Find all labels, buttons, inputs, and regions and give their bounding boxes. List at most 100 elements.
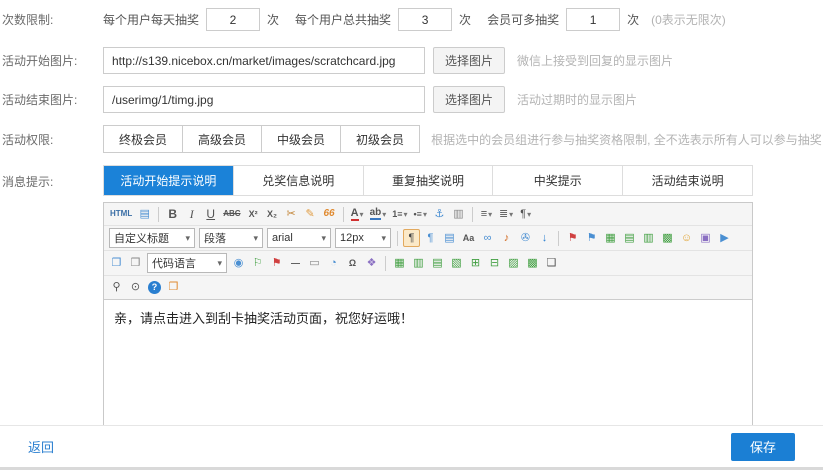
heading-style-dropdown[interactable]: 自定义标题: [109, 228, 195, 248]
italic-icon[interactable]: I: [183, 205, 200, 223]
ruler-icon[interactable]: ▭: [306, 254, 323, 272]
member-level-middle-button[interactable]: 中级会员: [261, 125, 341, 153]
subscript-icon[interactable]: X₂: [264, 205, 281, 223]
start-image-url-input[interactable]: [103, 47, 425, 74]
toolbar-button-glyph: U: [206, 208, 215, 220]
tab-activity-end[interactable]: 活动结束说明: [623, 166, 752, 195]
table-props-icon[interactable]: ▤: [621, 229, 638, 247]
save-button[interactable]: 保存: [731, 433, 795, 461]
paragraph-direction-ltr-icon[interactable]: ¶: [403, 229, 420, 247]
strikethrough-icon[interactable]: ABC: [221, 205, 242, 223]
unordered-list-dropdown[interactable]: •≡: [412, 205, 429, 223]
line-height-dropdown[interactable]: ≣: [497, 205, 515, 223]
table-header-icon[interactable]: ▨: [505, 254, 522, 272]
insert-download-icon[interactable]: ↓: [536, 229, 553, 247]
blockquote-icon[interactable]: 66: [321, 205, 338, 223]
underline-icon[interactable]: U: [202, 205, 219, 223]
bold-icon[interactable]: B: [164, 205, 181, 223]
paste-plain-icon[interactable]: ❐: [165, 279, 182, 297]
indent-dropdown[interactable]: ≡: [478, 205, 495, 223]
new-page-icon[interactable]: ❐: [108, 254, 125, 272]
end-image-row: 活动结束图片: 选择图片 活动过期时的显示图片: [2, 86, 823, 113]
find-replace-icon[interactable]: ⊙: [127, 279, 144, 297]
cell-props-icon[interactable]: ▥: [640, 229, 657, 247]
editor-toolbar-row-1: HTML ▤ B I U: [104, 203, 752, 226]
video-icon[interactable]: ▶: [716, 229, 733, 247]
paragraph-format-dropdown[interactable]: 段落: [199, 228, 263, 248]
html-source-icon[interactable]: HTML: [108, 205, 134, 223]
attachment-icon[interactable]: ✇: [517, 229, 534, 247]
print-icon[interactable]: ❑: [543, 254, 560, 272]
ordered-list-dropdown[interactable]: 1≡: [390, 205, 409, 223]
preview-html-icon[interactable]: ❒: [127, 254, 144, 272]
search-icon[interactable]: ⚲: [108, 279, 125, 297]
table-delete-row-icon[interactable]: ▤: [429, 254, 446, 272]
editor-content[interactable]: 亲，请点击进入到刮卡抽奖活动页面，祝您好运哦！: [104, 300, 752, 428]
tab-win-tip[interactable]: 中奖提示: [493, 166, 623, 195]
superscript-icon[interactable]: X²: [245, 205, 262, 223]
flag-red-icon[interactable]: ⚑: [564, 229, 581, 247]
paste-word-icon[interactable]: ▤: [441, 229, 458, 247]
limit-field-label: 每个用户每天抽奖: [103, 11, 199, 28]
image-icon[interactable]: ▣: [697, 229, 714, 247]
table-split-cells-icon[interactable]: ⊟: [486, 254, 503, 272]
table-merge-cells-icon[interactable]: ⊞: [467, 254, 484, 272]
limit-input[interactable]: [398, 8, 452, 31]
start-image-select-button[interactable]: 选择图片: [433, 47, 505, 74]
table-insert-col-icon[interactable]: ▥: [410, 254, 427, 272]
limit-field-label: 会员可多抽奖: [487, 11, 559, 28]
date-time-icon[interactable]: ◔: [325, 254, 342, 272]
insert-code-icon[interactable]: ◉: [230, 254, 247, 272]
link-icon[interactable]: ∞: [479, 229, 496, 247]
tab-repeat-draw[interactable]: 重复抽奖说明: [364, 166, 494, 195]
toolbar-button-glyph: ▶: [720, 233, 728, 244]
chart-icon[interactable]: ❖: [363, 254, 380, 272]
table-insert-icon[interactable]: ▦: [602, 229, 619, 247]
member-level-junior-button[interactable]: 初级会员: [340, 125, 420, 153]
tab-redeem-info[interactable]: 兑奖信息说明: [234, 166, 364, 195]
tab-activity-start-tip[interactable]: 活动开始提示说明: [104, 166, 234, 195]
end-image-select-button[interactable]: 选择图片: [433, 86, 505, 113]
paragraph-spacing-dropdown[interactable]: ¶: [517, 205, 534, 223]
remove-format-icon[interactable]: ✂: [283, 205, 300, 223]
table-delete-icon[interactable]: ▩: [524, 254, 541, 272]
back-link[interactable]: 返回: [28, 437, 54, 456]
toolbar-button-glyph: A: [351, 208, 359, 221]
font-color-dropdown[interactable]: A: [349, 205, 366, 223]
end-image-url-input[interactable]: [103, 86, 425, 113]
start-image-row: 活动开始图片: 选择图片 微信上接受到回复的显示图片: [2, 47, 823, 74]
member-level-ultimate-button[interactable]: 终极会员: [103, 125, 183, 153]
special-char-icon[interactable]: Ω: [344, 254, 361, 272]
format-painter-icon[interactable]: ✎: [302, 205, 319, 223]
toolbar-button-glyph: ▩: [527, 258, 537, 269]
font-size-dropdown[interactable]: 12px: [335, 228, 391, 248]
font-family-dropdown[interactable]: arial: [267, 228, 331, 248]
table-delete-col-icon[interactable]: ▧: [448, 254, 465, 272]
emoticon-icon[interactable]: ☺: [678, 229, 695, 247]
toolbar-button-glyph: ▤: [140, 209, 150, 220]
page-props-icon[interactable]: ▥: [450, 205, 467, 223]
toolbar-button-glyph: ✇: [521, 233, 530, 244]
member-level-senior-button[interactable]: 高级会员: [182, 125, 262, 153]
baidu-map-icon[interactable]: ⚑: [268, 254, 285, 272]
toolbar-dropdown-label: arial: [272, 232, 293, 244]
horizontal-rule-icon[interactable]: —: [287, 254, 304, 272]
help-icon[interactable]: ?: [146, 279, 163, 297]
preview-icon[interactable]: ▤: [136, 205, 153, 223]
table-insert-row-icon[interactable]: ▦: [391, 254, 408, 272]
toolbar-button-glyph: ¶: [409, 233, 415, 244]
anchor-icon[interactable]: ⚓: [431, 205, 448, 223]
table-grid-icon[interactable]: ▩: [659, 229, 676, 247]
flag-blue-icon[interactable]: ⚑: [583, 229, 600, 247]
permission-hint: 根据选中的会员组进行参与抽奖资格限制, 全不选表示所有人可以参与抽奖: [431, 131, 822, 148]
paragraph-direction-rtl-icon[interactable]: ¶: [422, 229, 439, 247]
limit-input[interactable]: [566, 8, 620, 31]
rich-text-editor: HTML ▤ B I U: [103, 202, 753, 429]
media-icon[interactable]: ♪: [498, 229, 515, 247]
letter-case-icon[interactable]: Aa: [460, 229, 477, 247]
map-icon[interactable]: ⚐: [249, 254, 266, 272]
toolbar-button-glyph: ABC: [223, 210, 240, 218]
limit-input[interactable]: [206, 8, 260, 31]
highlight-color-dropdown[interactable]: ab: [368, 205, 389, 223]
code-language-dropdown[interactable]: 代码语言: [147, 253, 227, 273]
